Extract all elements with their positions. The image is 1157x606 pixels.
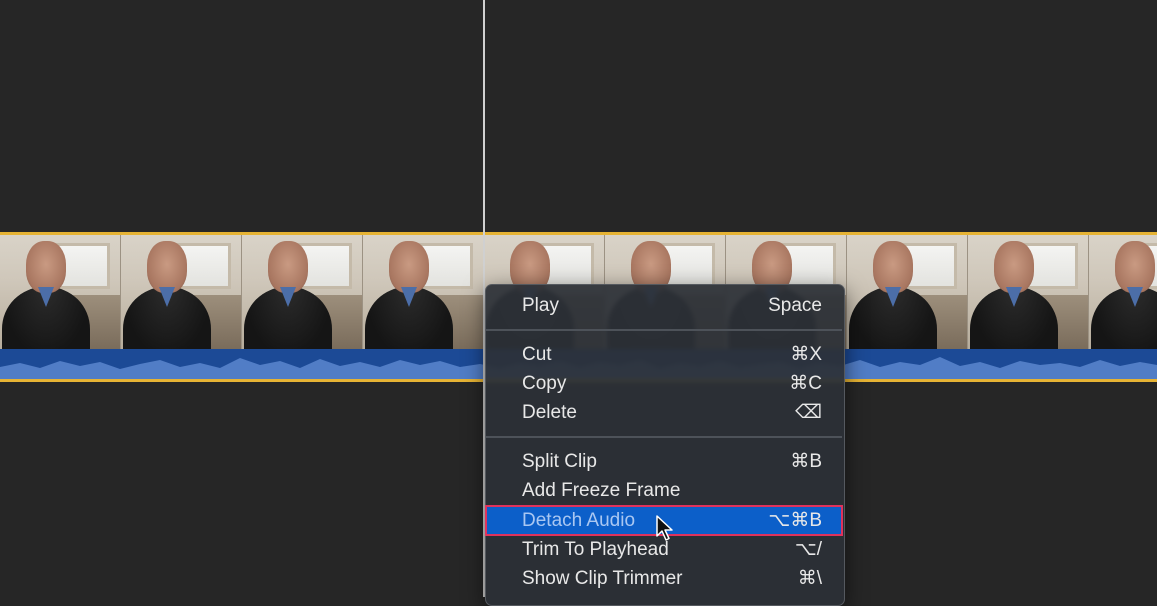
menu-item-shortcut: ⌘C bbox=[789, 373, 822, 394]
menu-separator bbox=[486, 436, 842, 438]
clip-thumbnail bbox=[0, 235, 121, 349]
menu-item-label: Copy bbox=[522, 373, 567, 394]
menu-item-label: Trim To Playhead bbox=[522, 539, 669, 560]
menu-item-split-clip[interactable]: Split Clip ⌘B bbox=[486, 447, 842, 476]
menu-item-label: Split Clip bbox=[522, 451, 597, 472]
menu-item-add-freeze-frame[interactable]: Add Freeze Frame bbox=[486, 476, 842, 505]
menu-item-show-clip-trimmer[interactable]: Show Clip Trimmer ⌘\ bbox=[486, 564, 842, 593]
menu-item-play[interactable]: Play Space bbox=[486, 291, 842, 320]
menu-item-cut[interactable]: Cut ⌘X bbox=[486, 340, 842, 369]
menu-item-label: Cut bbox=[522, 344, 552, 365]
menu-item-label: Add Freeze Frame bbox=[522, 480, 681, 501]
menu-item-delete[interactable]: Delete ⌫ bbox=[486, 398, 842, 427]
menu-item-label: Show Clip Trimmer bbox=[522, 568, 683, 589]
menu-item-shortcut: ⌥⌘B bbox=[768, 510, 822, 531]
clip-thumbnail bbox=[242, 235, 363, 349]
menu-item-shortcut: ⌘B bbox=[790, 451, 822, 472]
menu-item-label: Play bbox=[522, 295, 559, 316]
clip-context-menu: Play Space Cut ⌘X Copy ⌘C Delete ⌫ Split… bbox=[485, 284, 845, 606]
menu-item-shortcut: ⌥/ bbox=[794, 539, 822, 560]
menu-item-label: Delete bbox=[522, 402, 577, 423]
menu-item-shortcut: ⌘\ bbox=[797, 568, 822, 589]
clip-thumbnail bbox=[1089, 235, 1157, 349]
delete-key-icon: ⌫ bbox=[795, 402, 822, 423]
menu-item-shortcut: ⌘X bbox=[790, 344, 822, 365]
pointer-arrow-icon bbox=[656, 515, 673, 541]
clip-thumbnail bbox=[121, 235, 242, 349]
clip-thumbnail bbox=[968, 235, 1089, 349]
menu-item-copy[interactable]: Copy ⌘C bbox=[486, 369, 842, 398]
clip-thumbnail bbox=[363, 235, 484, 349]
clip-thumbnail bbox=[847, 235, 968, 349]
menu-item-shortcut: Space bbox=[768, 295, 822, 316]
menu-item-label: Detach Audio bbox=[522, 510, 636, 531]
menu-separator bbox=[486, 329, 842, 331]
